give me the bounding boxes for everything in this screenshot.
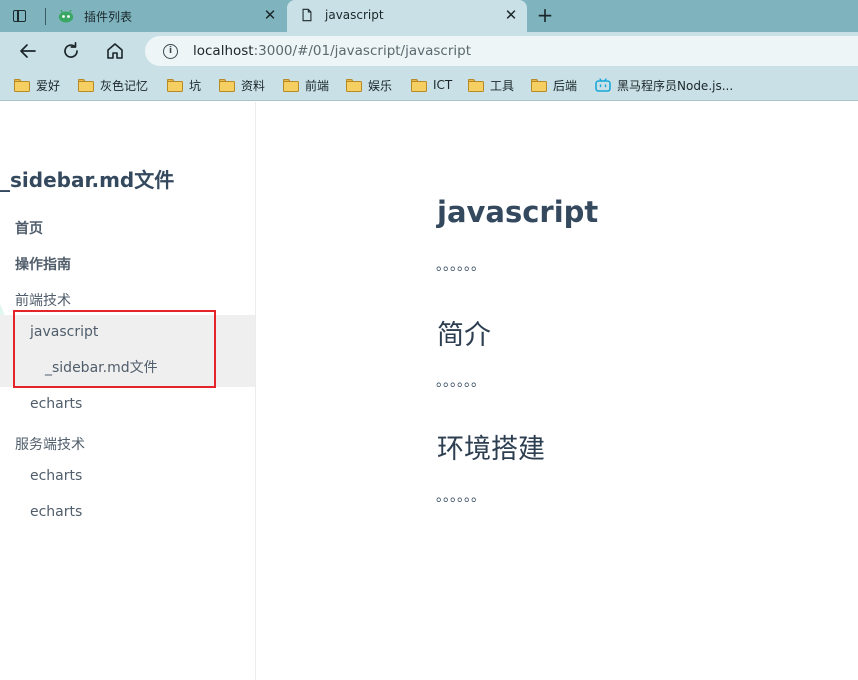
bookmark-label: 灰色记忆 xyxy=(100,78,149,93)
bookmark-folder[interactable]: 娱乐 xyxy=(346,76,392,94)
tab-extensions[interactable]: 插件列表 ✕ xyxy=(46,0,286,32)
folder-icon xyxy=(14,79,30,92)
url-host: localhost xyxy=(193,43,254,59)
sidebar: _sidebar.md文件 首页 操作指南 前端技术 javascript _s… xyxy=(0,102,256,680)
bookmark-label: ICT xyxy=(433,78,453,92)
bookmark-folder[interactable]: 爱好 xyxy=(14,76,60,94)
folder-icon xyxy=(78,79,94,92)
bookmark-folder[interactable]: 工具 xyxy=(468,76,514,94)
folder-icon xyxy=(283,79,299,92)
bookmark-folder[interactable]: 坑 xyxy=(167,76,201,94)
page-title: javascript xyxy=(437,195,599,229)
back-icon[interactable] xyxy=(17,40,39,62)
new-tab-icon[interactable]: + xyxy=(535,5,555,25)
sidebar-group-backend: 服务端技术 xyxy=(15,437,85,453)
bookmark-folder[interactable]: 后端 xyxy=(531,76,577,94)
bookmark-folder[interactable]: ICT xyxy=(411,76,452,94)
bookmark-label: 前端 xyxy=(305,78,330,93)
bookmark-label: 娱乐 xyxy=(368,78,393,93)
section-heading-intro: 简介 xyxy=(437,320,491,351)
folder-icon xyxy=(531,79,547,92)
paragraph-text: 。。。。。。 xyxy=(436,374,485,390)
address-bar[interactable]: i localhost:3000/#/01/javascript/javascr… xyxy=(145,36,858,66)
bookmark-label: 后端 xyxy=(553,78,578,93)
folder-icon xyxy=(411,79,427,92)
paragraph-text: 。。。。。。 xyxy=(436,489,485,505)
sidebar-item-echarts[interactable]: echarts xyxy=(30,468,82,484)
site-info-icon[interactable]: i xyxy=(163,44,178,59)
bookmark-label: 黑马程序员Node.js... xyxy=(617,78,734,93)
home-icon[interactable] xyxy=(104,40,126,62)
sidebar-item-home[interactable]: 首页 xyxy=(15,218,43,238)
sidebar-item-echarts[interactable]: echarts xyxy=(30,396,82,412)
url-text[interactable]: localhost:3000/#/01/javascript/javascrip… xyxy=(193,43,471,59)
browser-toolbar: i localhost:3000/#/01/javascript/javascr… xyxy=(0,32,858,69)
bookmark-folder[interactable]: 灰色记忆 xyxy=(78,76,148,94)
folder-icon xyxy=(219,79,235,92)
bookmark-label: 资料 xyxy=(241,78,266,93)
tab-strip: 插件列表 ✕ javascript ✕ + xyxy=(0,0,858,32)
sidebar-group-frontend: 前端技术 xyxy=(15,293,71,309)
tab-title: 插件列表 xyxy=(84,10,133,24)
bookmark-folder[interactable]: 资料 xyxy=(219,76,265,94)
reload-icon[interactable] xyxy=(60,40,82,62)
annotation-highlight-box xyxy=(13,310,216,388)
bilibili-icon xyxy=(595,78,611,92)
tab-title: javascript xyxy=(325,8,384,22)
bookmark-label: 坑 xyxy=(189,78,202,93)
folder-icon xyxy=(346,79,362,92)
app-name[interactable]: _sidebar.md文件 xyxy=(0,164,174,193)
url-path: :3000/#/01/javascript/javascript xyxy=(253,43,472,59)
bookmark-folder[interactable]: 前端 xyxy=(283,76,329,94)
bookmark-link[interactable]: 黑马程序员Node.js... xyxy=(595,76,733,94)
folder-icon xyxy=(468,79,484,92)
sidebar-item-guide[interactable]: 操作指南 xyxy=(15,254,71,274)
bookmark-label: 爱好 xyxy=(36,78,61,93)
folder-icon xyxy=(167,79,183,92)
bookmark-label: 工具 xyxy=(490,78,515,93)
bookmarks-bar: 爱好 灰色记忆 坑 资料 前端 娱乐 ICT 工具 后端 黑马程序员Node.j… xyxy=(0,69,858,101)
tab-javascript[interactable]: javascript ✕ xyxy=(287,0,527,32)
close-icon[interactable]: ✕ xyxy=(262,7,278,23)
close-icon[interactable]: ✕ xyxy=(503,7,519,23)
document-icon xyxy=(302,8,312,22)
paragraph-text: 。。。。。。 xyxy=(436,258,485,274)
main-content: javascript 。。。。。。 简介 。。。。。。 环境搭建 。。。。。。 xyxy=(256,102,858,680)
section-heading-setup: 环境搭建 xyxy=(437,434,545,465)
extension-icon xyxy=(58,9,74,23)
sidebar-item-echarts[interactable]: echarts xyxy=(30,504,82,520)
tab-actions-icon[interactable] xyxy=(10,7,30,27)
